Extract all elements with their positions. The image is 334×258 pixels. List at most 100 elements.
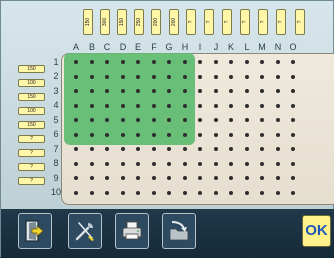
well-dot[interactable]: [182, 190, 187, 195]
well-dot[interactable]: [151, 118, 156, 122]
well-dot[interactable]: [167, 118, 171, 122]
row-tag[interactable]: 150: [18, 93, 45, 101]
column-tag[interactable]: 300: [100, 9, 110, 35]
well-dot[interactable]: [182, 103, 187, 108]
well-dot[interactable]: [136, 74, 140, 79]
well-dot[interactable]: [89, 74, 94, 79]
well-dot[interactable]: [213, 176, 218, 180]
well-dot[interactable]: [198, 132, 202, 137]
tools-button[interactable]: [68, 213, 102, 249]
well-dot[interactable]: [120, 190, 125, 195]
well-dot[interactable]: [229, 74, 233, 79]
well-dot[interactable]: [120, 89, 125, 93]
well-dot[interactable]: [182, 118, 187, 122]
well-dot[interactable]: [182, 74, 187, 79]
row-tag[interactable]: ?: [18, 149, 45, 157]
well-dot[interactable]: [198, 89, 202, 93]
well-dot[interactable]: [105, 118, 109, 122]
well-selection-region[interactable]: [64, 53, 195, 145]
well-dot[interactable]: [120, 74, 125, 79]
row-tag[interactable]: 150: [18, 65, 45, 73]
well-dot[interactable]: [89, 60, 94, 64]
well-dot[interactable]: [213, 89, 218, 93]
well-dot[interactable]: [244, 118, 249, 122]
well-dot[interactable]: [151, 176, 156, 180]
well-dot[interactable]: [151, 60, 156, 64]
well-dot[interactable]: [105, 74, 109, 79]
well-dot[interactable]: [229, 132, 233, 137]
well-dot[interactable]: [136, 60, 140, 64]
well-dot[interactable]: [275, 132, 280, 137]
well-dot[interactable]: [275, 147, 280, 151]
well-dot[interactable]: [136, 176, 140, 180]
well-dot[interactable]: [136, 161, 140, 166]
well-dot[interactable]: [89, 118, 94, 122]
well-dot[interactable]: [260, 118, 264, 122]
well-dot[interactable]: [167, 132, 171, 137]
well-dot[interactable]: [275, 74, 280, 79]
well-dot[interactable]: [198, 190, 202, 195]
well-dot[interactable]: [291, 147, 295, 151]
well-dot[interactable]: [291, 89, 295, 93]
well-dot[interactable]: [105, 161, 109, 166]
column-tag[interactable]: ?: [295, 9, 305, 35]
well-dot[interactable]: [244, 60, 249, 64]
well-dot[interactable]: [213, 118, 218, 122]
column-tag[interactable]: ?: [258, 9, 268, 35]
well-dot[interactable]: [260, 161, 264, 166]
well-dot[interactable]: [89, 132, 94, 137]
well-dot[interactable]: [260, 74, 264, 79]
well-dot[interactable]: [213, 103, 218, 108]
row-tag[interactable]: ?: [18, 135, 45, 143]
well-dot[interactable]: [291, 118, 295, 122]
save-to-folder-button[interactable]: [162, 213, 196, 249]
well-dot[interactable]: [105, 147, 109, 151]
well-dot[interactable]: [291, 161, 295, 166]
well-dot[interactable]: [260, 190, 264, 195]
well-dot[interactable]: [74, 132, 78, 137]
well-dot[interactable]: [291, 60, 295, 64]
well-dot[interactable]: [229, 190, 233, 195]
column-tag[interactable]: ?: [276, 9, 286, 35]
well-dot[interactable]: [291, 190, 295, 195]
well-dot[interactable]: [291, 74, 295, 79]
well-dot[interactable]: [89, 103, 94, 108]
well-dot[interactable]: [182, 60, 187, 64]
well-dot[interactable]: [244, 176, 249, 180]
well-dot[interactable]: [74, 103, 78, 108]
well-dot[interactable]: [74, 176, 78, 180]
well-dot[interactable]: [198, 118, 202, 122]
exit-button[interactable]: [18, 213, 52, 249]
column-tag[interactable]: 200: [169, 9, 179, 35]
well-dot[interactable]: [74, 190, 78, 195]
well-dot[interactable]: [151, 89, 156, 93]
well-dot[interactable]: [151, 103, 156, 108]
well-dot[interactable]: [275, 161, 280, 166]
well-dot[interactable]: [198, 176, 202, 180]
well-dot[interactable]: [151, 74, 156, 79]
column-tag[interactable]: 250: [134, 9, 144, 35]
well-dot[interactable]: [120, 161, 125, 166]
well-dot[interactable]: [244, 74, 249, 79]
well-dot[interactable]: [105, 176, 109, 180]
well-dot[interactable]: [89, 147, 94, 151]
well-dot[interactable]: [182, 132, 187, 137]
well-dot[interactable]: [151, 147, 156, 151]
well-dot[interactable]: [260, 103, 264, 108]
well-dot[interactable]: [74, 118, 78, 122]
well-dot[interactable]: [275, 60, 280, 64]
well-dot[interactable]: [275, 176, 280, 180]
well-dot[interactable]: [136, 89, 140, 93]
well-dot[interactable]: [167, 89, 171, 93]
well-dot[interactable]: [136, 190, 140, 195]
well-dot[interactable]: [213, 132, 218, 137]
well-dot[interactable]: [74, 147, 78, 151]
well-dot[interactable]: [260, 89, 264, 93]
well-dot[interactable]: [291, 176, 295, 180]
well-dot[interactable]: [120, 176, 125, 180]
well-dot[interactable]: [167, 161, 171, 166]
column-tag[interactable]: ?: [186, 9, 196, 35]
well-dot[interactable]: [105, 89, 109, 93]
well-dot[interactable]: [136, 103, 140, 108]
well-dot[interactable]: [260, 176, 264, 180]
